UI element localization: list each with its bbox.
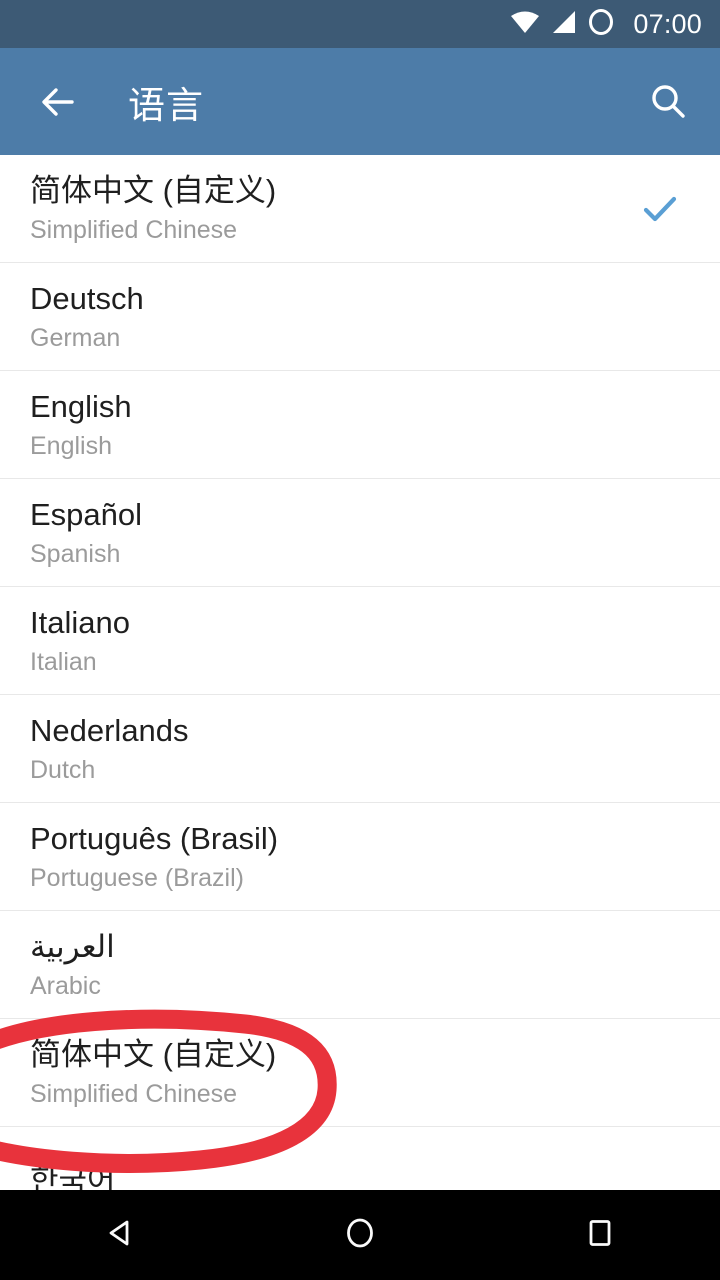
nav-home-button[interactable] — [305, 1190, 415, 1280]
language-english-name: English — [30, 431, 112, 460]
language-row[interactable]: Deutsch German — [0, 263, 720, 371]
language-native-name: Italiano — [30, 604, 130, 640]
nav-back-button[interactable] — [65, 1190, 175, 1280]
back-arrow-icon[interactable] — [30, 74, 86, 130]
language-english-name: Simplified Chinese — [30, 215, 238, 244]
triangle-left-icon — [102, 1215, 138, 1256]
nav-recents-button[interactable] — [545, 1190, 655, 1280]
language-native-name: 简体中文 (自定义) — [30, 172, 277, 208]
language-english-name: Dutch — [30, 755, 96, 784]
status-bar: 07:00 — [0, 0, 720, 48]
language-row[interactable]: 한국어 — [0, 1127, 720, 1190]
language-row[interactable]: Italiano Italian — [0, 587, 720, 695]
phone-screen: 07:00 语言 简体中文 (自定义) Simplified Chinese Deu… — [0, 0, 720, 1280]
check-icon — [638, 187, 682, 231]
language-row[interactable]: 简体中文 (自定义) Simplified Chinese — [0, 1019, 720, 1127]
status-bar-icons: 07:00 — [510, 8, 702, 41]
language-list[interactable]: 简体中文 (自定义) Simplified Chinese Deutsch Germa… — [0, 155, 720, 1190]
language-native-name: العربية — [30, 928, 115, 964]
language-row[interactable]: Español Spanish — [0, 479, 720, 587]
wifi-icon — [510, 9, 540, 40]
language-native-name: Português (Brasil) — [30, 820, 279, 856]
language-row[interactable]: English English — [0, 371, 720, 479]
language-row[interactable]: Português (Brasil) Portuguese (Brazil) — [0, 803, 720, 911]
search-icon[interactable] — [640, 74, 696, 130]
page-title: 语言 — [128, 84, 204, 126]
language-english-name: Arabic — [30, 971, 101, 1000]
signal-icon — [550, 9, 577, 40]
language-row[interactable]: 简体中文 (自定义) Simplified Chinese — [0, 155, 720, 263]
language-native-name: 한국어 — [30, 1162, 116, 1191]
app-bar: 语言 — [0, 48, 720, 155]
square-icon — [582, 1215, 618, 1256]
language-english-name: Simplified Chinese — [30, 1079, 238, 1108]
status-bar-clock: 07:00 — [633, 8, 702, 39]
language-english-name: Spanish — [30, 539, 121, 568]
language-native-name: Deutsch — [30, 280, 144, 316]
navigation-bar — [0, 1190, 720, 1280]
language-row[interactable]: العربية Arabic — [0, 911, 720, 1019]
language-native-name: Español — [30, 496, 143, 532]
circle-icon — [342, 1215, 378, 1256]
language-native-name: 简体中文 (自定义) — [30, 1036, 277, 1072]
alarm-circle-icon — [587, 8, 615, 41]
language-native-name: English — [30, 388, 132, 424]
language-native-name: Nederlands — [30, 712, 189, 748]
language-row[interactable]: Nederlands Dutch — [0, 695, 720, 803]
language-english-name: Portuguese (Brazil) — [30, 863, 244, 892]
language-english-name: Italian — [30, 647, 97, 676]
language-english-name: German — [30, 323, 121, 352]
